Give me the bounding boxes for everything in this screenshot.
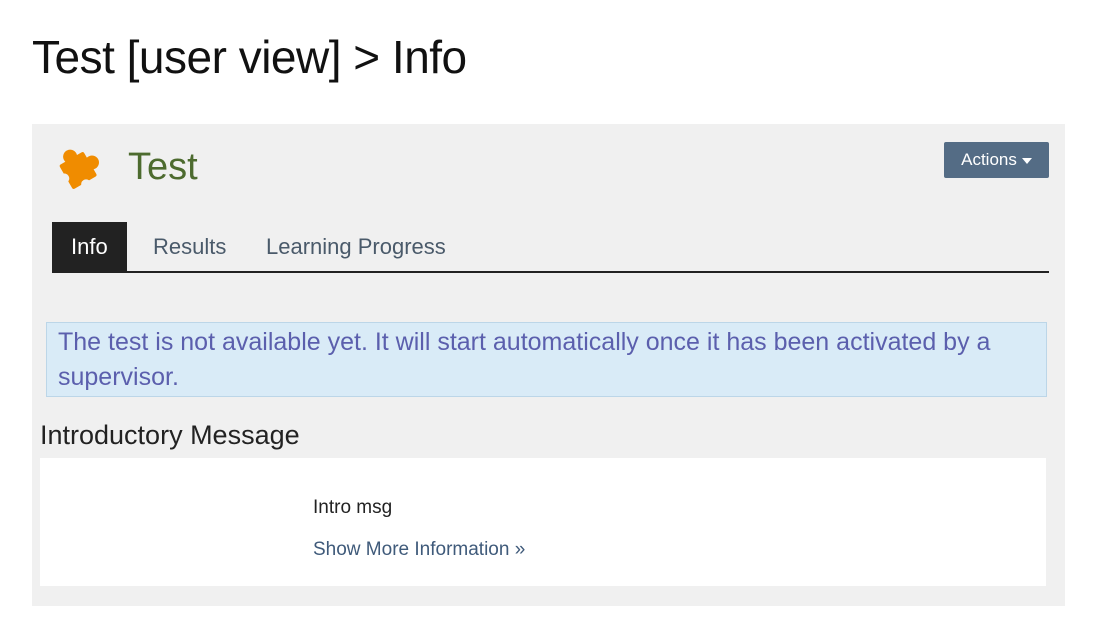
section-title: Introductory Message — [40, 420, 300, 450]
intro-message-text: Intro msg — [313, 497, 393, 518]
intro-message-box: Intro msg Show More Information » — [40, 458, 1046, 586]
tab-info[interactable]: Info — [52, 222, 127, 271]
page-title: Test [user view] > Info — [32, 31, 467, 83]
object-title: Test — [128, 146, 198, 188]
caret-down-icon — [1021, 157, 1032, 164]
object-header: Test Actions — [32, 124, 1065, 214]
tab-results[interactable]: Results — [153, 222, 226, 271]
info-alert: The test is not available yet. It will s… — [46, 322, 1047, 397]
actions-label: Actions — [961, 150, 1017, 169]
actions-dropdown-button[interactable]: Actions — [944, 142, 1049, 178]
test-panel: Test Actions Info Results Learning Progr… — [32, 124, 1065, 606]
show-more-information-link[interactable]: Show More Information » — [313, 539, 525, 561]
puzzle-icon — [59, 149, 99, 190]
tab-learning-progress[interactable]: Learning Progress — [266, 222, 446, 271]
tab-bar: Info Results Learning Progress — [52, 222, 1049, 273]
